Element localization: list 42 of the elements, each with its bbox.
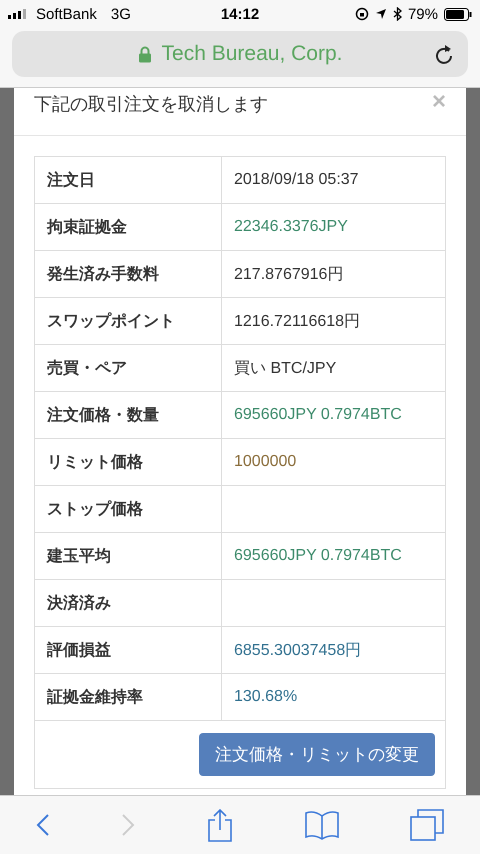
field-value: 買い BTC/JPY (222, 344, 446, 392)
change-order-button[interactable]: 注文価格・リミットの変更 (199, 733, 435, 776)
clock-time: 14:12 (220, 6, 260, 22)
field-label: リミット価格 (34, 438, 222, 486)
carrier-name: SoftBank (36, 6, 97, 22)
field-label: 評価損益 (34, 626, 222, 674)
close-button[interactable]: × (432, 92, 446, 112)
field-label: 売買・ペア (34, 344, 222, 392)
field-label: 決済済み (34, 580, 222, 626)
field-value: 22346.3376JPY (222, 204, 446, 250)
network-type: 3G (110, 6, 131, 22)
share-icon[interactable] (206, 808, 233, 842)
dialog-title: 下記の取引注文を取消します (34, 93, 268, 116)
battery-icon (444, 8, 472, 20)
field-value: 217.8767916円 (222, 250, 446, 298)
field-value: 1216.72116618円 (222, 298, 446, 344)
field-value: 2018/09/18 05:37 (222, 156, 446, 204)
tabs-icon[interactable] (410, 809, 444, 841)
bluetooth-icon (392, 7, 402, 21)
back-icon[interactable] (36, 813, 50, 837)
field-label: 建玉平均 (34, 532, 222, 580)
field-value: 1000000 (222, 438, 446, 486)
bookmarks-icon[interactable] (304, 810, 339, 840)
address-bar[interactable]: Tech Bureau, Corp. (12, 31, 468, 77)
field-label: 発生済み手数料 (34, 250, 222, 298)
field-label: 注文日 (34, 156, 222, 204)
field-label: 拘束証拠金 (34, 204, 222, 250)
field-value: 695660JPY 0.7974BTC (222, 392, 446, 438)
battery-percent: 79% (408, 6, 438, 22)
field-value: 695660JPY 0.7974BTC (222, 532, 446, 580)
field-label: 注文価格・数量 (34, 392, 222, 438)
location-icon (374, 8, 387, 20)
lock-icon (138, 46, 152, 62)
field-value: 6855.30037458円 (222, 626, 446, 674)
field-label: 証拠金維持率 (34, 674, 222, 720)
rotation-lock-icon (354, 7, 369, 21)
field-label: スワップポイント (34, 298, 222, 344)
reload-icon[interactable] (434, 43, 454, 65)
site-name: Tech Bureau, Corp. (162, 42, 342, 66)
forward-icon (121, 813, 136, 837)
field-value: 130.68% (222, 674, 446, 720)
field-label: ストップ価格 (34, 486, 222, 532)
